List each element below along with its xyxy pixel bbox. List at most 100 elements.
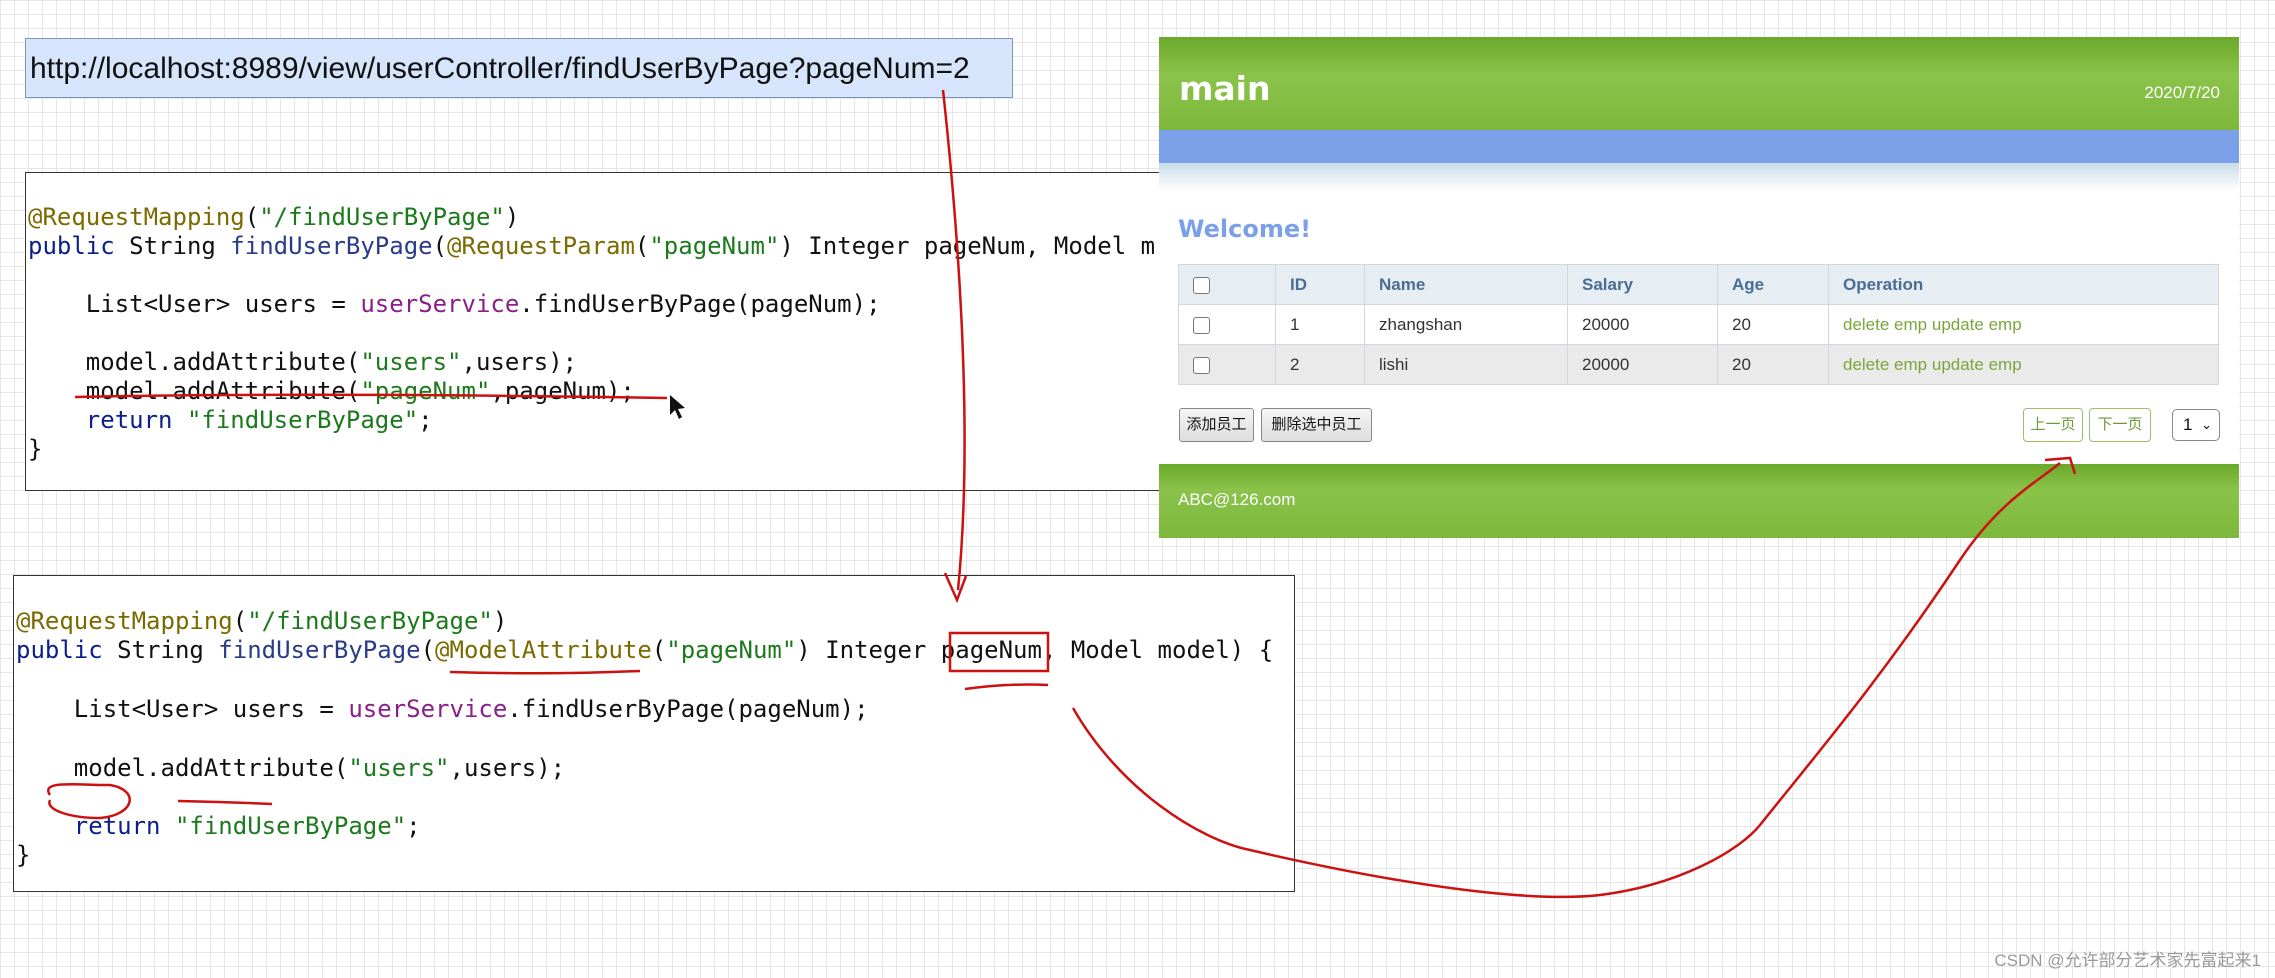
code-token: model.addAttribute( [28,348,361,376]
app-header: main 2020/7/20 [1159,37,2239,130]
code-token: .findUserByPage(pageNum); [507,695,869,723]
code-line: public String findUserByPage (@RequestPar… [28,231,1155,261]
string-token: "pageNum" [666,636,797,664]
code-block-request-param: @RequestMapping("/findUserByPage") publi… [25,172,1175,491]
code-line: @RequestMapping("/findUserByPage") [28,202,519,232]
column-header-id: ID [1275,264,1365,305]
code-line-struck: model.addAttribute("pageNum",pageNum); [28,376,635,406]
column-header-age: Age [1717,264,1829,305]
method-name-token: findUserByPage [218,636,421,664]
header-shadow [1159,163,2239,191]
string-token: "pageNum" [360,377,491,405]
code-token: ( [651,636,667,664]
code-token: , Model model) { [1041,636,1274,664]
field-token: userService [348,695,508,723]
annotation-token: @ModelAttribute [435,636,652,664]
keyword-token: return [16,812,161,840]
code-token: ( [420,636,436,664]
code-line: } [28,434,42,464]
code-line: return "findUserByPage"; [16,811,421,841]
cell-name: lishi [1364,344,1568,385]
delete-selected-button[interactable]: 删除选中员工 [1261,408,1372,442]
column-header-salary: Salary [1567,264,1718,305]
code-token: ( [244,203,260,231]
annotation-token: @RequestMapping [28,203,245,231]
code-token: ,users); [461,348,578,376]
code-line: } [16,840,30,870]
keyword-token: return [28,406,173,434]
code-token: List<User> users = [28,290,361,318]
nav-band [1159,130,2239,163]
browser-app-panel: main 2020/7/20 Welcome! ID Name Salary A… [1159,37,2239,538]
page-select[interactable]: 1 ⌄ [2172,409,2220,441]
cell-id: 2 [1275,344,1365,385]
cell-name: zhangshan [1364,304,1568,345]
welcome-heading: Welcome! [1178,215,1312,243]
row-checkbox[interactable] [1193,356,1210,374]
cell-operation: delete emp update emp [1828,304,2219,345]
highlighted-param-token: pageNum [940,636,1042,664]
footer-email: ABC@126.com [1178,490,1296,509]
page-select-value: 1 [2183,415,2193,434]
method-name-token: findUserByPage [230,232,433,260]
code-line: List<User> users = userService.findUserB… [28,289,881,319]
code-token: model.addAttribute( [16,754,349,782]
string-token: "findUserByPage" [186,406,419,434]
watermark: CSDN @允许部分艺术家先富起来1 [1994,951,2261,970]
code-token: ; [406,812,421,840]
code-token: List<User> users = [16,695,349,723]
cell-id: 1 [1275,304,1365,345]
code-token: ( [232,607,248,635]
cell-operation: delete emp update emp [1828,344,2219,385]
column-header-name: Name [1364,264,1568,305]
url-bar[interactable]: http://localhost:8989/view/userControlle… [25,38,1013,98]
string-token: "users" [348,754,450,782]
code-token: ,users); [449,754,566,782]
select-all-checkbox[interactable] [1193,276,1210,294]
code-token: } [16,841,31,869]
table-row: 1 zhangshan 20000 20 delete emp update e… [1178,304,2219,345]
code-token: ( [634,232,650,260]
table-row: 2 lishi 20000 20 delete emp update emp [1178,344,2219,385]
select-all-cell [1178,264,1276,305]
code-token: model.addAttribute( [28,377,361,405]
annotation-token: @RequestParam [447,232,635,260]
update-emp-link[interactable]: update emp [1932,315,2022,334]
code-token: String [102,636,219,664]
code-token: } [28,435,43,463]
row-checkbox[interactable] [1193,316,1210,334]
row-select-cell [1178,304,1276,345]
code-token: ) Integer pageNum, Model m [779,232,1156,260]
add-employee-button[interactable]: 添加员工 [1179,408,1254,442]
code-line: public String findUserByPage(@ModelAttri… [16,635,1273,665]
code-token: ; [418,406,433,434]
code-line: List<User> users = userService.findUserB… [16,694,869,724]
prev-page-button[interactable]: 上一页 [2023,408,2083,442]
code-token: ,pageNum); [490,377,635,405]
delete-emp-link[interactable]: delete emp [1843,315,1927,334]
keyword-token: public [28,232,115,260]
string-token: "/findUserByPage" [259,203,505,231]
cell-age: 20 [1717,344,1829,385]
chevron-down-icon: ⌄ [2201,417,2212,432]
next-page-button[interactable]: 下一页 [2089,408,2151,442]
cell-salary: 20000 [1567,344,1718,385]
code-token: .findUserByPage(pageNum); [519,290,881,318]
update-emp-link[interactable]: update emp [1932,355,2022,374]
code-line: @RequestMapping("/findUserByPage") [16,606,507,636]
header-date: 2020/7/20 [2144,83,2220,102]
code-line: model.addAttribute("users",users); [16,753,565,783]
code-block-model-attribute: @RequestMapping("/findUserByPage") publi… [13,575,1295,892]
code-token: ) Integer [796,636,941,664]
code-token: ) [492,607,508,635]
code-line: model.addAttribute("users",users); [28,347,577,377]
app-footer: ABC@126.com [1159,464,2239,538]
code-token: String [114,232,231,260]
delete-emp-link[interactable]: delete emp [1843,355,1927,374]
cell-age: 20 [1717,304,1829,345]
annotation-token: @RequestMapping [16,607,233,635]
string-token: "findUserByPage" [174,812,407,840]
cell-salary: 20000 [1567,304,1718,345]
field-token: userService [360,290,520,318]
